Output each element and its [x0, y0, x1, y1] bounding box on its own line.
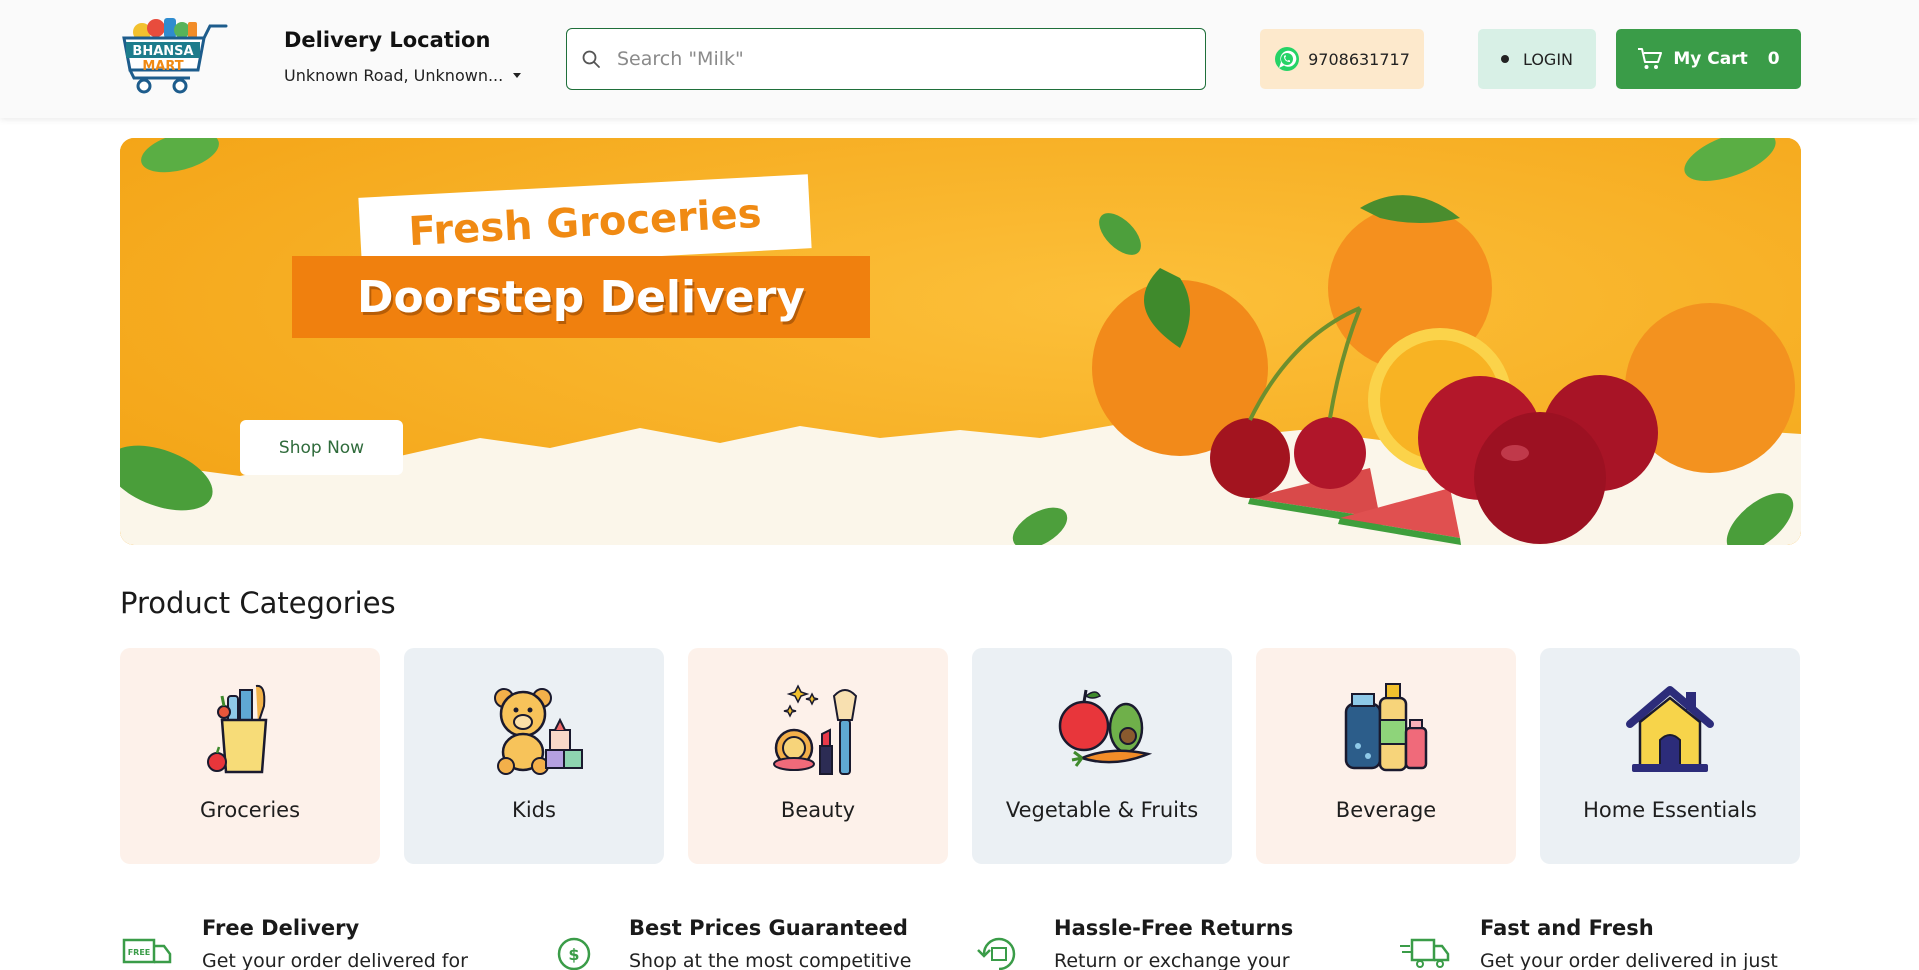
delivery-location[interactable]: Delivery Location Unknown Road, Unknown.…	[284, 28, 522, 85]
category-card-vegetable-fruits[interactable]: Vegetable & Fruits	[972, 648, 1232, 864]
hero-banner[interactable]: Fresh Groceries Doorstep Delivery Shop N…	[120, 138, 1801, 545]
fruits-icon	[1058, 689, 1152, 767]
shopping-cart-icon	[1638, 48, 1663, 69]
feature-hassle-free-returns: Hassle-Free Returns Return or exchange y…	[974, 900, 1334, 970]
svg-text:MART: MART	[142, 59, 183, 74]
product-categories-title: Product Categories	[120, 586, 396, 620]
feature-title: Best Prices Guaranteed	[629, 916, 908, 940]
whatsapp-icon	[1275, 47, 1300, 71]
my-cart-button[interactable]: My Cart 0	[1616, 29, 1801, 89]
makeup-icon	[773, 684, 858, 775]
search-box[interactable]	[566, 28, 1206, 90]
category-label: Beverage	[1335, 798, 1437, 822]
whatsapp-number: 9708631717	[1308, 49, 1410, 69]
delivery-address-text: Unknown Road, Unknown...	[284, 66, 504, 85]
category-grid: Groceries Kids Beauty Vegetable & Fruits…	[120, 648, 1801, 864]
delivery-location-title: Delivery Location	[284, 28, 491, 52]
banner-headline: Fresh Groceries	[407, 190, 763, 256]
banner-subheadline-tag: Doorstep Delivery	[292, 256, 870, 338]
cart-count: 0	[1767, 49, 1780, 69]
caret-down-icon	[513, 73, 522, 78]
category-card-beauty[interactable]: Beauty	[688, 648, 948, 864]
delivery-address-dropdown[interactable]: Unknown Road, Unknown...	[284, 66, 522, 85]
price-tag-icon: $	[557, 937, 591, 970]
free-delivery-truck-icon: FREE	[122, 938, 172, 964]
grocery-bag-icon	[207, 684, 268, 774]
category-label: Beauty	[780, 798, 856, 822]
beverage-bottles-icon	[1344, 683, 1428, 772]
cart-label: My Cart	[1673, 49, 1748, 69]
category-label: Groceries	[199, 798, 301, 822]
feature-fast-and-fresh: Fast and Fresh Get your order delivered …	[1400, 900, 1778, 970]
shop-now-button[interactable]: Shop Now	[240, 420, 403, 475]
search-icon	[582, 50, 600, 68]
teddy-bear-icon	[494, 688, 583, 775]
feature-title: Hassle-Free Returns	[1054, 916, 1294, 940]
category-label: Vegetable & Fruits	[1005, 798, 1199, 822]
feature-description: Return or exchange your	[1054, 950, 1290, 970]
feature-free-delivery: FREE Free Delivery Get your order delive…	[122, 900, 482, 970]
status-dot-icon	[1500, 55, 1509, 63]
fast-truck-icon	[1400, 938, 1450, 968]
feature-title: Fast and Fresh	[1480, 916, 1654, 940]
feature-description: Shop at the most competitive	[629, 950, 912, 970]
svg-text:$: $	[568, 945, 579, 964]
category-card-groceries[interactable]: Groceries	[120, 648, 380, 864]
category-card-home-essentials[interactable]: Home Essentials	[1540, 648, 1800, 864]
login-label: LOGIN	[1522, 49, 1574, 69]
whatsapp-contact-button[interactable]: 9708631717	[1260, 29, 1424, 89]
brand-logo[interactable]: BHANSA MART	[118, 12, 230, 104]
category-card-kids[interactable]: Kids	[404, 648, 664, 864]
search-input[interactable]	[617, 48, 1177, 70]
feature-title: Free Delivery	[202, 916, 360, 940]
feature-description: Get your order delivered in just	[1480, 950, 1778, 970]
svg-text:FREE: FREE	[128, 948, 151, 957]
category-card-beverage[interactable]: Beverage	[1256, 648, 1516, 864]
returns-icon	[977, 937, 1016, 970]
banner-subheadline: Doorstep Delivery	[357, 271, 805, 323]
svg-text:BHANSA: BHANSA	[132, 44, 193, 59]
login-button[interactable]: LOGIN	[1478, 29, 1596, 89]
category-label: Kids	[512, 798, 556, 822]
top-header: BHANSA MART Delivery Location Unknown Ro…	[0, 0, 1919, 118]
house-icon	[1626, 686, 1714, 772]
feature-best-prices: $ Best Prices Guaranteed Shop at the mos…	[549, 900, 912, 970]
feature-description: Get your order delivered for	[202, 950, 468, 970]
category-label: Home Essentials	[1583, 798, 1757, 822]
